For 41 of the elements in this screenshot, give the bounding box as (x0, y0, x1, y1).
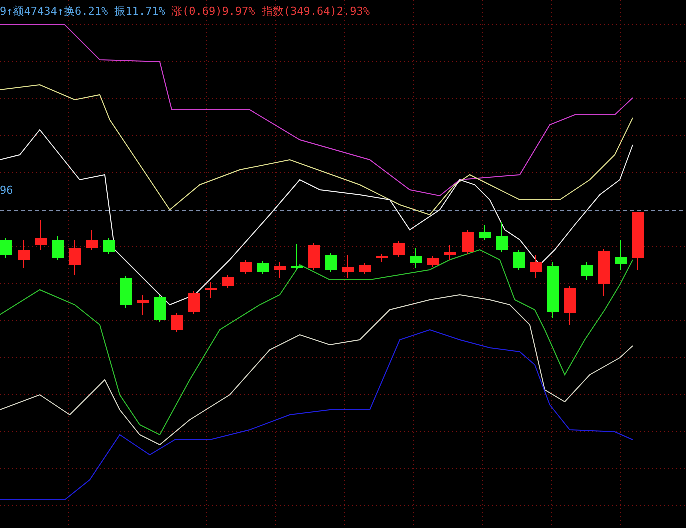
candlestick (0, 238, 12, 258)
candlestick (325, 252, 337, 272)
candlestick (513, 250, 525, 270)
stats-text: 涨(0.69)9.97% 指数(349.64)2.93% (171, 5, 370, 19)
candlestick (564, 286, 576, 326)
candlestick (222, 274, 234, 288)
candlestick (137, 294, 149, 316)
candlestick (615, 240, 627, 270)
candlestick (581, 262, 593, 280)
candlestick (479, 224, 491, 240)
candlestick (359, 262, 371, 274)
candlestick (530, 254, 542, 278)
candlestick (257, 260, 269, 274)
candlestick (86, 230, 98, 250)
candlestick (496, 222, 508, 252)
candlestick (462, 230, 474, 254)
candlestick (393, 240, 405, 258)
candlestick (18, 240, 30, 268)
stats-text: 9↑额47434↑换6.21% 振11.71% (0, 5, 166, 19)
candlestick (69, 240, 81, 276)
candlestick (205, 282, 217, 298)
candlestick (120, 276, 132, 308)
candlestick (376, 254, 388, 262)
candlestick (410, 248, 422, 268)
candlestick (308, 242, 320, 270)
candlestick (154, 294, 166, 322)
candlestick (427, 256, 439, 268)
candlestick (188, 290, 200, 314)
candlestick (274, 262, 286, 278)
candlestick (598, 248, 610, 296)
candlestick (342, 254, 354, 278)
candlestick (632, 212, 644, 270)
candlestick (291, 244, 303, 270)
candlestick (103, 238, 115, 254)
candlestick (171, 312, 183, 332)
candlestick (240, 260, 252, 274)
candlestick (444, 244, 456, 260)
candlestick (547, 262, 559, 318)
candlestick (35, 220, 47, 250)
price-label: 96 (0, 184, 14, 197)
candlestick (52, 236, 64, 260)
